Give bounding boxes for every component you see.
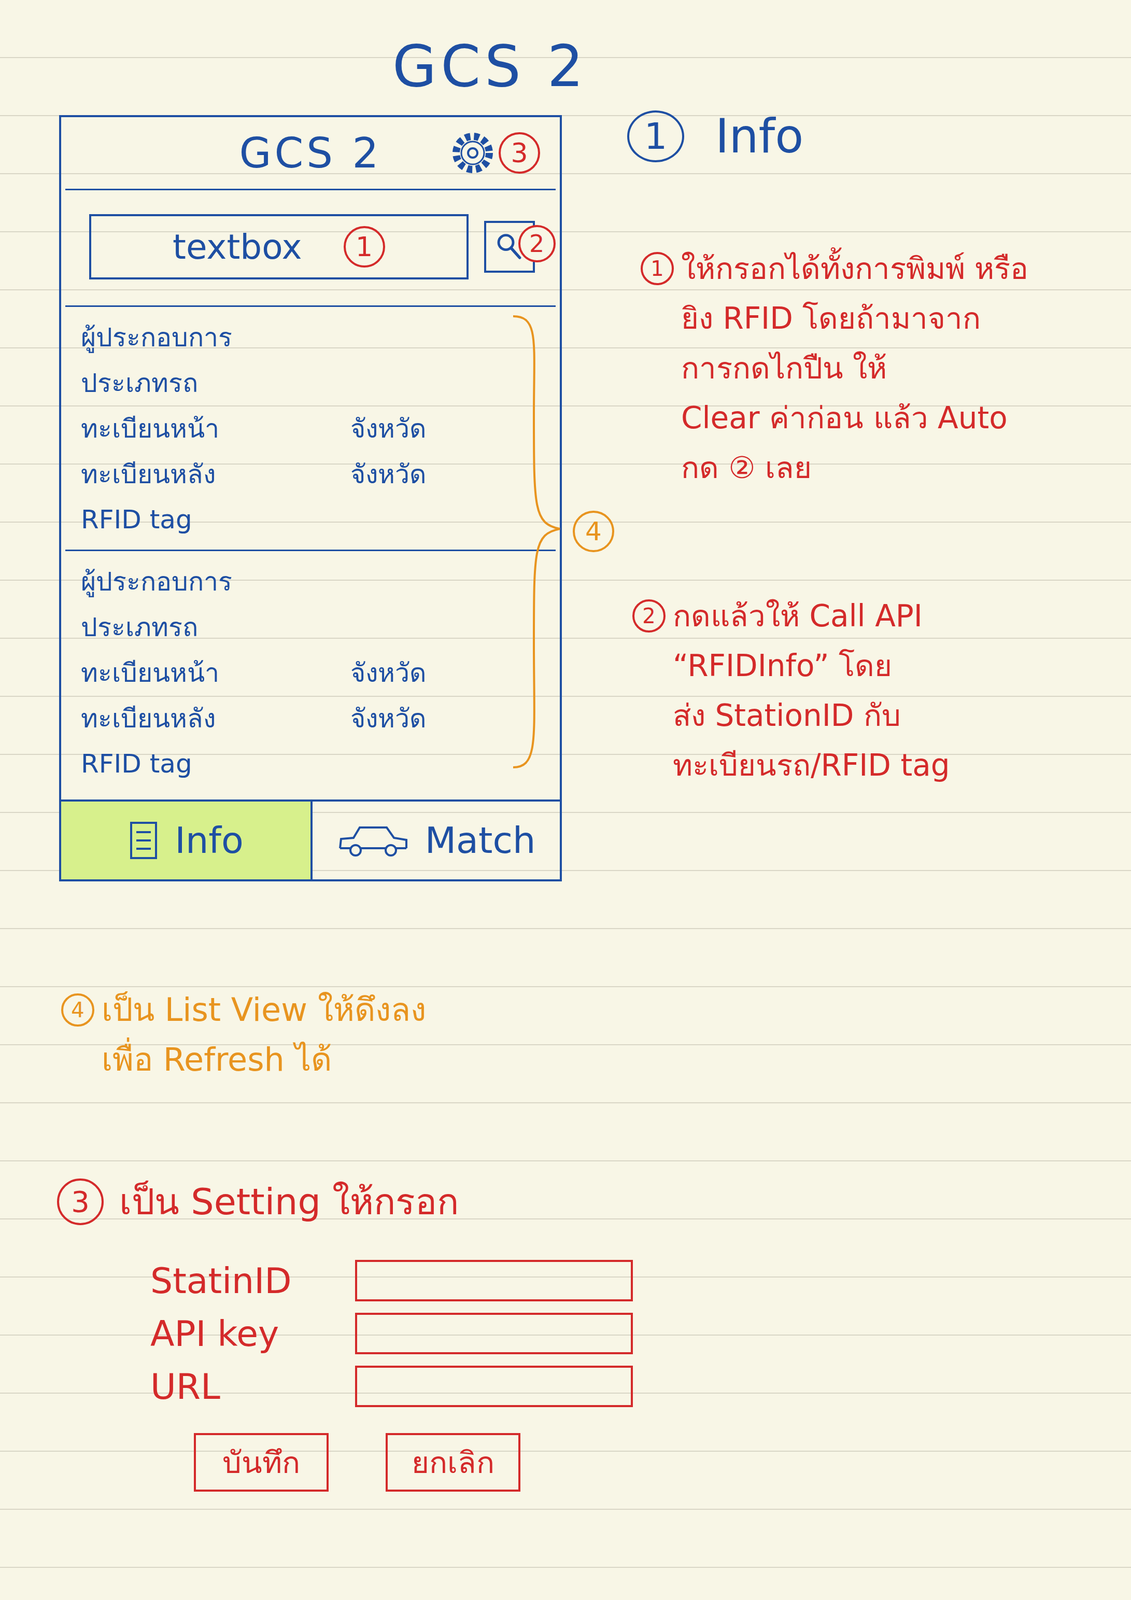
record-field: จังหวัด bbox=[350, 453, 541, 495]
section-title: Info bbox=[715, 108, 804, 164]
note-line: “RFIDInfo” โดย bbox=[672, 640, 951, 691]
note-line: เพื่อ Refresh ได้ bbox=[101, 1034, 427, 1085]
annotation-note: 2กดแล้วให้ Call API“RFIDInfo” โดยส่ง Sta… bbox=[632, 590, 951, 790]
note-line: ส่ง StationID กับ bbox=[672, 690, 951, 741]
tab[interactable]: Info bbox=[61, 801, 311, 880]
record-field: ประเภทรถ bbox=[80, 362, 351, 404]
note-line: ยิง RFID โดยถ้ามาจาก bbox=[681, 293, 1029, 344]
note-marker: 2 bbox=[632, 599, 666, 633]
field-input[interactable] bbox=[355, 1312, 633, 1354]
record-row: ประเภทรถ bbox=[80, 603, 541, 650]
search-button[interactable]: 2 bbox=[484, 220, 535, 273]
annotation-note: 1ให้กรอกได้ทั้งการพิมพ์ หรือยิง RFID โดย… bbox=[640, 243, 1029, 493]
record-row: ทะเบียนหน้าจังหวัด bbox=[80, 649, 541, 696]
search-textbox[interactable]: textbox 1 bbox=[89, 214, 469, 280]
note-line: ให้กรอกได้ทั้งการพิมพ์ หรือ bbox=[681, 243, 1029, 294]
note-line: การกดไกปืน ให้ bbox=[681, 343, 1029, 393]
app-header: GCS 2 3 bbox=[65, 117, 556, 191]
settings-group: 3 bbox=[446, 126, 541, 179]
textbox-value: textbox bbox=[172, 227, 303, 267]
settings-heading: 3 เป็น Setting ให้กรอก bbox=[57, 1172, 459, 1231]
paper-page: GCS 2GCS 23textbox12ผู้ประกอบการประเภทรถ… bbox=[0, 0, 1131, 1600]
record-field: ทะเบียนหน้า bbox=[80, 652, 351, 694]
field-label: URL bbox=[150, 1365, 356, 1407]
record-field: จังหวัด bbox=[350, 407, 541, 449]
record-field: ประเภทรถ bbox=[80, 606, 351, 648]
textbox-marker: 1 bbox=[343, 225, 386, 268]
record-field: จังหวัด bbox=[350, 697, 541, 739]
settings-section-marker: 3 bbox=[57, 1178, 104, 1225]
tab-bar: Info Match bbox=[61, 799, 560, 880]
tab-label: Info bbox=[174, 818, 244, 862]
note-marker: 1 bbox=[640, 251, 674, 286]
settings-buttons: บันทึก ยกเลิก bbox=[193, 1432, 521, 1492]
note-marker: 4 bbox=[61, 993, 95, 1027]
form-button[interactable]: ยกเลิก bbox=[385, 1432, 521, 1492]
record-row: RFID tag bbox=[80, 740, 541, 787]
note-line: เป็น List View ให้ดึงลง bbox=[101, 984, 427, 1035]
field-label: StatinID bbox=[150, 1260, 356, 1302]
car-icon bbox=[336, 822, 410, 859]
record-item[interactable]: ผู้ประกอบการประเภทรถทะเบียนหน้าจังหวัดทะ… bbox=[65, 306, 556, 550]
record-row: ผู้ประกอบการ bbox=[80, 558, 541, 604]
document-list-icon bbox=[128, 819, 160, 861]
section-marker: 1 bbox=[627, 110, 685, 163]
annotation-note: 4เป็น List View ให้ดึงลงเพื่อ Refresh ได… bbox=[61, 984, 427, 1085]
list-marker: 4 bbox=[572, 510, 615, 553]
field-input[interactable] bbox=[355, 1365, 633, 1407]
note-line: Clear ค่าก่อน แล้ว Auto bbox=[681, 392, 1029, 443]
record-field: ทะเบียนหน้า bbox=[80, 407, 351, 449]
record-item[interactable]: ผู้ประกอบการประเภทรถทะเบียนหน้าจังหวัดทะ… bbox=[65, 549, 556, 794]
record-field: ผู้ประกอบการ bbox=[80, 316, 351, 358]
record-row: ผู้ประกอบการ bbox=[80, 314, 541, 360]
search-row: textbox 1 2 bbox=[65, 190, 556, 307]
note-line: กดแล้วให้ Call API bbox=[672, 590, 951, 641]
record-row: ทะเบียนหน้าจังหวัด bbox=[80, 405, 541, 451]
phone-mockup: GCS 23textbox12ผู้ประกอบการประเภทรถทะเบี… bbox=[59, 115, 562, 882]
settings-heading-text: เป็น Setting ให้กรอก bbox=[119, 1172, 459, 1231]
note-line: กด ② เลย bbox=[681, 442, 1029, 493]
field-input[interactable] bbox=[355, 1259, 633, 1302]
record-field: จังหวัด bbox=[350, 652, 541, 694]
record-field: RFID tag bbox=[80, 504, 351, 535]
app-title: GCS 2 bbox=[239, 129, 383, 178]
tab-label: Match bbox=[425, 818, 536, 862]
record-field: ทะเบียนหลัง bbox=[80, 697, 351, 739]
search-button-marker: 2 bbox=[518, 224, 556, 263]
record-list[interactable]: ผู้ประกอบการประเภทรถทะเบียนหน้าจังหวัดทะ… bbox=[65, 306, 556, 800]
settings-form: StatinID API key URL bbox=[150, 1259, 633, 1407]
note-line: ทะเบียนรถ/RFID tag bbox=[672, 740, 951, 790]
record-field: ผู้ประกอบการ bbox=[80, 560, 351, 602]
tab[interactable]: Match bbox=[310, 801, 560, 880]
brace-icon bbox=[502, 310, 565, 778]
field-label: API key bbox=[150, 1312, 356, 1354]
gear-icon[interactable] bbox=[446, 126, 499, 179]
record-field: ทะเบียนหลัง bbox=[80, 453, 351, 495]
record-field: RFID tag bbox=[80, 748, 351, 779]
settings-marker: 3 bbox=[498, 132, 541, 174]
section-heading: 1 Info bbox=[627, 108, 804, 164]
record-row: RFID tag bbox=[80, 496, 541, 543]
form-button[interactable]: บันทึก bbox=[193, 1432, 329, 1492]
record-row: ประเภทรถ bbox=[80, 359, 541, 406]
page-title: GCS 2 bbox=[392, 32, 588, 101]
record-row: ทะเบียนหลังจังหวัด bbox=[80, 450, 541, 497]
record-row: ทะเบียนหลังจังหวัด bbox=[80, 695, 541, 741]
